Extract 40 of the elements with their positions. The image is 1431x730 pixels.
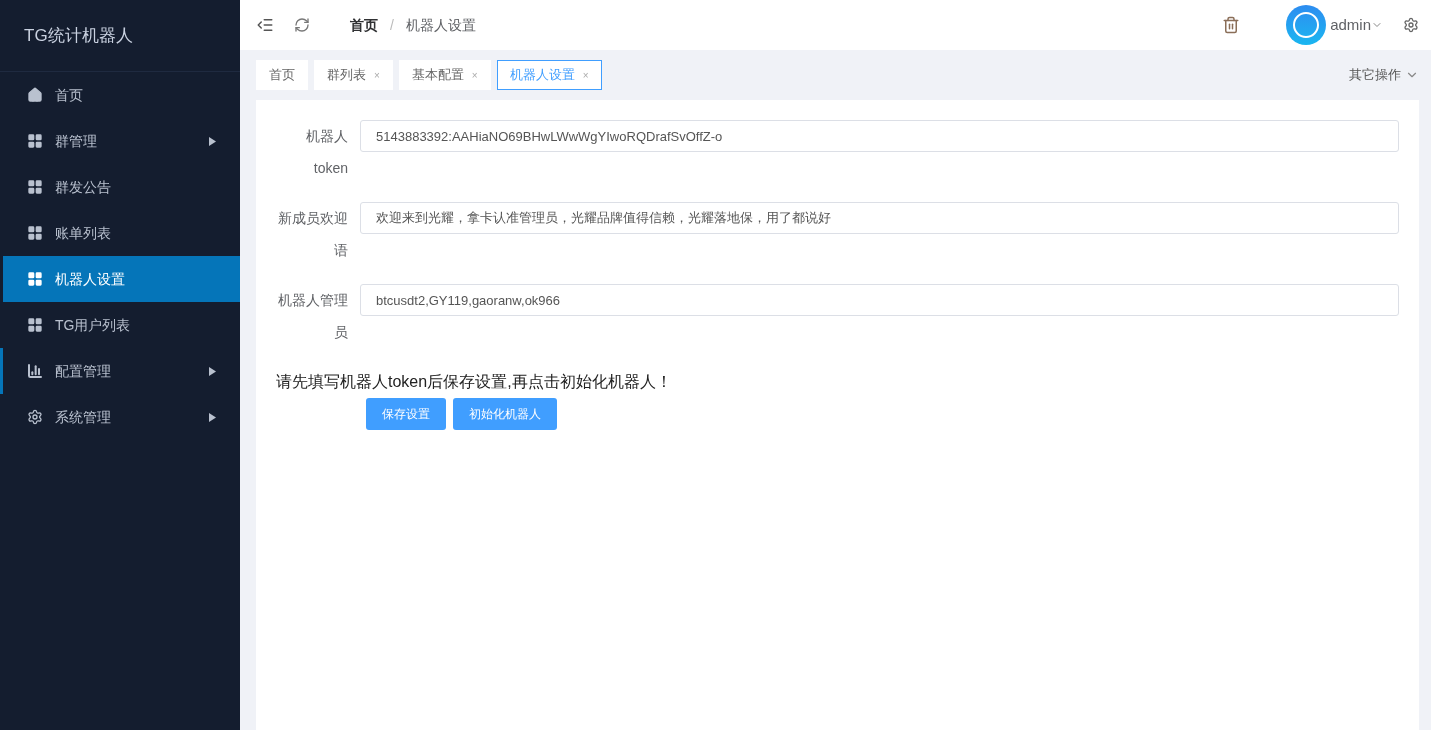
breadcrumb-link[interactable]: 首页 [350,14,378,36]
home-icon [27,87,43,103]
sidebar-item[interactable]: 群发公告 [0,164,240,210]
sidebar-item[interactable]: 系统管理 [0,394,240,440]
settings-icon[interactable] [1403,17,1419,33]
sidebar-item[interactable]: 群管理 [0,118,240,164]
trash-icon[interactable] [1222,16,1241,34]
grid-icon [27,225,43,241]
user-name[interactable]: admin [1330,13,1371,37]
avatar[interactable] [1286,5,1327,45]
notice-text: 请先填写机器人token后保存设置,再点击初始化机器人！ [276,372,673,392]
other-actions-dropdown[interactable]: 其它操作 [1349,65,1419,85]
input-field[interactable]: btcusdt2,GY119,gaoranw,ok966 [360,284,1399,316]
input-field[interactable]: 5143883392:AAHiaNO69BHwLWwWgYIwoRQDrafSvOffZ-o [360,120,1399,152]
grid-icon [27,133,43,149]
bar-chart-icon [27,363,43,379]
field-label: 机器人管理员 [277,291,348,342]
grid-icon [27,179,43,195]
page-tab[interactable]: 基本配置 × [398,60,491,90]
breadcrumb-link[interactable]: 机器人设置 [405,14,476,36]
page-tab[interactable]: 首页 [256,60,308,90]
sidebar-item[interactable]: 账单列表 [0,210,240,256]
input-field[interactable]: 欢迎来到光耀，拿卡认准管理员，光耀品牌值得信赖，光耀落地保，用了都说好 [360,202,1399,234]
grid-icon [27,317,43,333]
sidebar-item[interactable]: TG用户列表 [0,302,240,348]
sidebar-item[interactable]: 配置管理 [0,348,240,394]
sidebar-item[interactable]: 机器人设置 [3,256,240,302]
breadcrumb-separator: / [390,15,394,35]
sidebar-item[interactable]: 首页 [0,72,240,118]
refresh-icon[interactable] [294,17,310,33]
field-label: 新成员欢迎语 [277,209,348,260]
grid-icon [27,271,43,287]
menu-icon[interactable] [256,16,274,34]
page-tab[interactable]: 群列表 × [314,60,393,90]
gear-icon [27,409,43,425]
field-label: 机器人token [305,127,348,178]
app-title: TG统计机器人 [24,24,133,47]
caret-icon [209,366,216,376]
caret-icon [209,412,216,422]
caret-icon [209,136,216,146]
